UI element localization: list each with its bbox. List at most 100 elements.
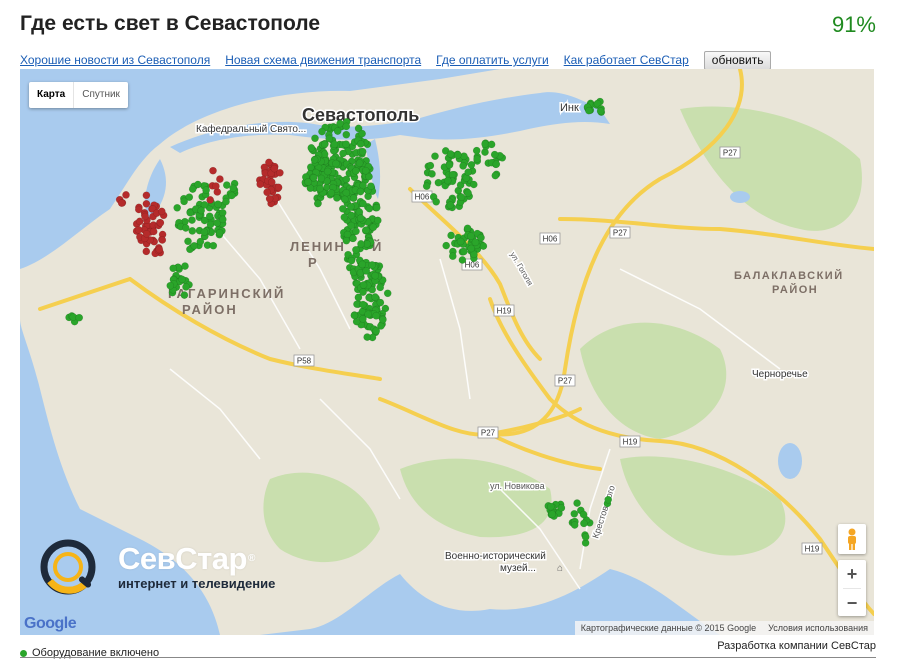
power-on-marker[interactable] xyxy=(202,186,210,195)
power-on-marker[interactable] xyxy=(573,499,581,507)
link-payment[interactable]: Где оплатить услуги xyxy=(436,53,549,67)
outage-marker[interactable] xyxy=(270,164,279,173)
power-on-marker[interactable] xyxy=(342,140,350,149)
power-on-marker[interactable] xyxy=(457,193,466,202)
power-on-marker[interactable] xyxy=(372,203,381,212)
outage-marker[interactable] xyxy=(149,227,158,236)
power-on-marker[interactable] xyxy=(356,214,365,223)
power-on-marker[interactable] xyxy=(338,204,347,213)
power-on-marker[interactable] xyxy=(448,252,457,261)
zoom-in-button[interactable]: + xyxy=(838,560,866,588)
power-on-marker[interactable] xyxy=(350,311,359,320)
power-on-marker[interactable] xyxy=(428,170,436,178)
power-on-marker[interactable] xyxy=(372,327,381,335)
outage-marker[interactable] xyxy=(267,178,276,186)
power-on-marker[interactable] xyxy=(180,291,189,299)
power-on-marker[interactable] xyxy=(352,245,360,254)
power-on-marker[interactable] xyxy=(356,140,365,148)
power-on-marker[interactable] xyxy=(371,271,380,280)
power-on-marker[interactable] xyxy=(467,232,475,240)
outage-marker[interactable] xyxy=(135,217,144,226)
power-on-marker[interactable] xyxy=(443,176,452,185)
power-on-marker[interactable] xyxy=(363,333,372,341)
power-on-marker[interactable] xyxy=(362,226,370,235)
power-on-marker[interactable] xyxy=(320,140,329,149)
power-on-marker[interactable] xyxy=(473,155,481,163)
power-on-marker[interactable] xyxy=(340,195,349,204)
power-on-marker[interactable] xyxy=(447,231,455,240)
power-on-marker[interactable] xyxy=(182,283,190,291)
power-on-marker[interactable] xyxy=(464,168,473,177)
power-on-marker[interactable] xyxy=(362,267,371,275)
outage-marker[interactable] xyxy=(216,175,224,183)
power-on-marker[interactable] xyxy=(492,160,501,169)
power-on-marker[interactable] xyxy=(467,244,476,253)
power-on-marker[interactable] xyxy=(347,256,356,265)
power-on-marker[interactable] xyxy=(376,283,385,292)
power-on-marker[interactable] xyxy=(222,197,230,206)
power-on-marker[interactable] xyxy=(585,106,593,115)
power-on-marker[interactable] xyxy=(579,510,588,519)
power-on-marker[interactable] xyxy=(339,149,347,158)
power-on-marker[interactable] xyxy=(358,260,367,269)
power-on-marker[interactable] xyxy=(184,237,192,246)
outage-marker[interactable] xyxy=(265,194,274,203)
power-on-marker[interactable] xyxy=(309,173,318,182)
power-on-marker[interactable] xyxy=(227,191,236,200)
power-on-marker[interactable] xyxy=(434,178,443,187)
power-on-marker[interactable] xyxy=(570,521,579,529)
outage-marker[interactable] xyxy=(206,196,215,204)
power-on-marker[interactable] xyxy=(442,241,451,250)
outage-marker[interactable] xyxy=(142,247,151,256)
power-on-marker[interactable] xyxy=(333,194,341,202)
power-on-marker[interactable] xyxy=(596,107,605,115)
power-on-marker[interactable] xyxy=(487,140,496,149)
power-on-marker[interactable] xyxy=(218,215,227,224)
power-on-marker[interactable] xyxy=(209,241,218,250)
power-on-marker[interactable] xyxy=(173,203,182,212)
link-good-news[interactable]: Хорошие новости из Севастополя xyxy=(20,53,210,67)
power-on-marker[interactable] xyxy=(359,281,368,289)
power-on-marker[interactable] xyxy=(205,212,214,221)
power-on-marker[interactable] xyxy=(581,533,590,541)
power-on-marker[interactable] xyxy=(376,298,385,307)
power-on-marker[interactable] xyxy=(365,204,374,213)
outage-marker[interactable] xyxy=(274,183,283,192)
power-on-marker[interactable] xyxy=(368,261,376,269)
power-on-marker[interactable] xyxy=(359,199,367,208)
link-transport-scheme[interactable]: Новая схема движения транспорта xyxy=(225,53,421,67)
power-on-marker[interactable] xyxy=(169,264,178,273)
power-on-marker[interactable] xyxy=(359,300,367,309)
outage-marker[interactable] xyxy=(142,229,151,238)
outage-marker[interactable] xyxy=(122,191,130,199)
power-on-marker[interactable] xyxy=(316,184,324,193)
power-on-marker[interactable] xyxy=(214,200,222,209)
power-on-marker[interactable] xyxy=(580,519,588,528)
power-on-marker[interactable] xyxy=(383,289,392,298)
link-how-it-works[interactable]: Как работает СевСтар xyxy=(564,53,689,67)
power-on-marker[interactable] xyxy=(206,220,215,229)
power-on-marker[interactable] xyxy=(313,199,322,208)
power-on-marker[interactable] xyxy=(342,130,351,139)
power-on-marker[interactable] xyxy=(188,227,197,235)
power-on-marker[interactable] xyxy=(349,194,358,203)
power-on-marker[interactable] xyxy=(332,159,340,168)
power-on-marker[interactable] xyxy=(548,510,557,519)
power-on-marker[interactable] xyxy=(311,134,319,143)
power-on-marker[interactable] xyxy=(445,161,454,169)
outage-marker[interactable] xyxy=(265,158,273,167)
power-on-marker[interactable] xyxy=(490,150,499,159)
power-on-marker[interactable] xyxy=(557,504,566,512)
power-on-marker[interactable] xyxy=(349,234,357,243)
power-on-marker[interactable] xyxy=(342,175,351,184)
power-on-marker[interactable] xyxy=(357,240,365,248)
power-on-marker[interactable] xyxy=(178,275,186,284)
power-on-marker[interactable] xyxy=(453,151,462,159)
power-on-marker[interactable] xyxy=(361,166,370,175)
power-on-marker[interactable] xyxy=(367,182,375,191)
power-on-marker[interactable] xyxy=(190,241,199,250)
map-type-satellite-button[interactable]: Спутник xyxy=(73,82,128,108)
power-on-marker[interactable] xyxy=(379,315,387,324)
power-on-marker[interactable] xyxy=(491,171,500,180)
power-on-marker[interactable] xyxy=(352,227,360,236)
